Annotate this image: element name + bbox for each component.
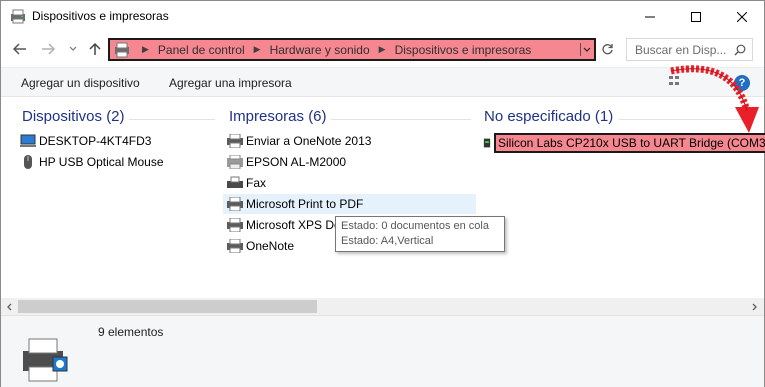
up-button[interactable] (86, 40, 104, 58)
printer-label: Fax (246, 176, 267, 190)
item-count: 9 elementos (98, 325, 164, 339)
arrow-left-icon (13, 43, 26, 55)
chevron-left-icon (7, 303, 12, 310)
breadcrumb-panel-de-control[interactable]: Panel de control (158, 43, 245, 57)
printer-icon (227, 155, 243, 169)
devices-printers-icon (11, 9, 25, 24)
navigation-bar: ▶ Panel de control ▶ Hardware y sonido ▶… (1, 34, 764, 64)
address-dropdown-button[interactable] (580, 43, 592, 56)
window-title: Dispositivos e impresoras (32, 9, 169, 23)
printer-icon (227, 218, 243, 232)
chevron-right-icon (752, 303, 757, 310)
printer-icon (227, 134, 243, 148)
refresh-icon (601, 43, 613, 54)
add-printer-button[interactable]: Agregar una impresora (169, 76, 292, 90)
maximize-icon (691, 11, 701, 22)
search-box[interactable] (626, 38, 753, 61)
annotation-arrow-icon (670, 65, 759, 133)
device-label: DESKTOP-4KT4FD3 (39, 134, 152, 148)
breadcrumb-separator-icon: ▶ (378, 44, 386, 54)
chevron-down-icon (69, 46, 77, 51)
group-divider (129, 119, 215, 120)
add-device-button[interactable]: Agregar un dispositivo (21, 76, 140, 90)
recent-locations-button[interactable] (64, 40, 82, 58)
scroll-thumb[interactable] (18, 300, 317, 313)
usb-device-icon (483, 138, 491, 148)
list-item[interactable]: Microsoft XPS Do (227, 215, 341, 235)
maximize-button[interactable] (673, 1, 719, 32)
breadcrumb: ▶ Panel de control ▶ Hardware y sonido ▶… (133, 43, 531, 57)
tooltip: Estado: 0 documentos en cola Estado: A4,… (335, 216, 505, 252)
title-bar: Dispositivos e impresoras (1, 1, 764, 32)
fax-icon (227, 176, 243, 188)
mouse-icon (24, 155, 32, 169)
printer-label: OneNote (246, 239, 295, 253)
tooltip-line: Estado: 0 documentos en cola (341, 220, 489, 232)
devices-printers-window: Dispositivos e impresoras ▶ Panel de con… (0, 0, 765, 387)
printer-icon (227, 197, 243, 211)
list-item[interactable]: OneNote (227, 236, 294, 256)
control-panel-icon (115, 42, 129, 57)
breadcrumb-hardware-y-sonido[interactable]: Hardware y sonido (270, 43, 370, 57)
printer-label: Microsoft XPS Do (246, 218, 341, 232)
arrow-up-icon (89, 42, 101, 55)
list-item[interactable]: Enviar a OneNote 2013 (227, 131, 371, 151)
scroll-left-button[interactable] (1, 298, 18, 315)
back-button[interactable] (11, 40, 29, 58)
computer-icon (20, 134, 36, 147)
search-icon (734, 44, 746, 56)
breadcrumb-separator-icon: ▶ (253, 44, 261, 54)
arrow-right-icon (42, 43, 55, 55)
group-title-printers[interactable]: Impresoras (6) (229, 108, 327, 125)
printer-label: Microsoft Print to PDF (246, 197, 364, 211)
chevron-down-icon (583, 47, 590, 52)
printer-icon (227, 239, 243, 253)
command-bar: Agregar un dispositivo Agregar una impre… (1, 67, 764, 97)
tooltip-line: Estado: A4,Vertical (341, 235, 434, 247)
close-icon (737, 11, 747, 22)
devices-printers-large-icon (23, 338, 68, 382)
details-pane: 9 elementos (1, 315, 764, 387)
address-bar[interactable]: ▶ Panel de control ▶ Hardware y sonido ▶… (108, 38, 596, 61)
group-divider (331, 119, 471, 120)
breadcrumb-separator-icon: ▶ (142, 44, 149, 54)
group-title-devices[interactable]: Dispositivos (2) (22, 108, 125, 125)
list-item[interactable]: EPSON AL-M2000 (227, 152, 346, 172)
horizontal-scrollbar[interactable] (1, 298, 764, 315)
refresh-button[interactable] (598, 40, 616, 58)
list-item[interactable]: Fax (227, 173, 266, 193)
device-label: HP USB Optical Mouse (39, 155, 164, 169)
close-button[interactable] (719, 1, 765, 32)
breadcrumb-dispositivos-e-impresoras[interactable]: Dispositivos e impresoras (395, 43, 532, 57)
forward-button[interactable] (39, 40, 57, 58)
group-title-unspecified[interactable]: No especificado (1) (484, 108, 613, 125)
minimize-button[interactable] (627, 1, 673, 32)
device-list-area: Dispositivos (2) Impresoras (6) No espec… (1, 98, 765, 298)
search-input[interactable] (635, 42, 735, 57)
list-item[interactable]: Microsoft Print to PDF (223, 194, 476, 214)
printer-label: Enviar a OneNote 2013 (246, 134, 372, 148)
scroll-right-button[interactable] (746, 298, 763, 315)
list-item[interactable]: DESKTOP-4KT4FD3 (20, 131, 151, 151)
minimize-icon (645, 16, 655, 17)
list-item[interactable]: HP USB Optical Mouse (20, 152, 164, 172)
printer-label: EPSON AL-M2000 (246, 155, 347, 169)
